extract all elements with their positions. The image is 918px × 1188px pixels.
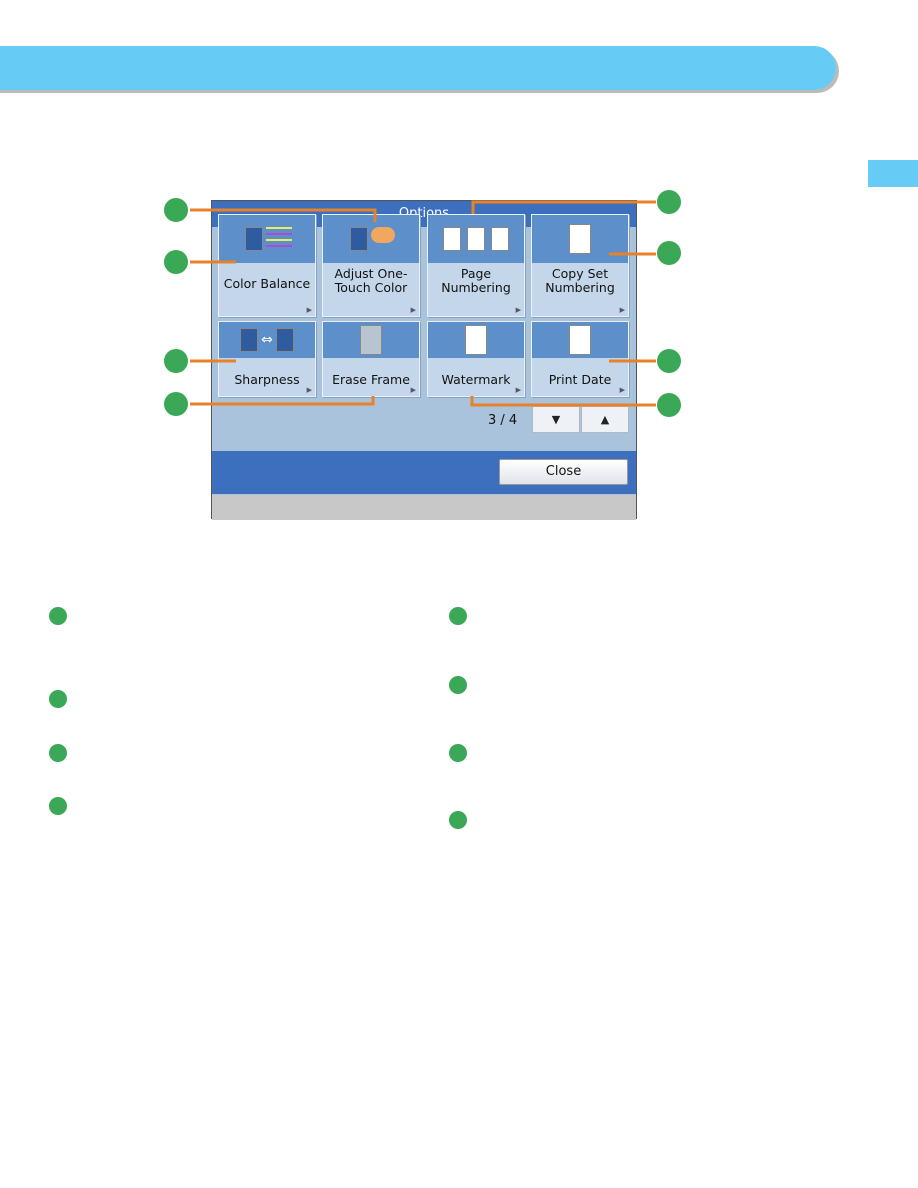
callout-dot <box>657 393 681 417</box>
callout-line <box>470 396 656 407</box>
legend-dot <box>449 811 467 829</box>
legend-dot <box>49 690 67 708</box>
callout-dot <box>164 392 188 416</box>
callout-line <box>190 208 377 222</box>
legend-dot <box>449 676 467 694</box>
callout-dot <box>657 349 681 373</box>
callout-dot <box>657 190 681 214</box>
legend-dot <box>49 797 67 815</box>
callout-line <box>471 200 656 214</box>
legend-dot <box>49 607 67 625</box>
legend-dot <box>449 744 467 762</box>
callout-line <box>190 396 375 406</box>
callouts <box>49 190 681 829</box>
legend-dot <box>449 607 467 625</box>
callout-dot <box>164 349 188 373</box>
callout-dot <box>164 198 188 222</box>
callout-dot <box>164 250 188 274</box>
legend-dot <box>49 744 67 762</box>
callout-dot <box>657 241 681 265</box>
